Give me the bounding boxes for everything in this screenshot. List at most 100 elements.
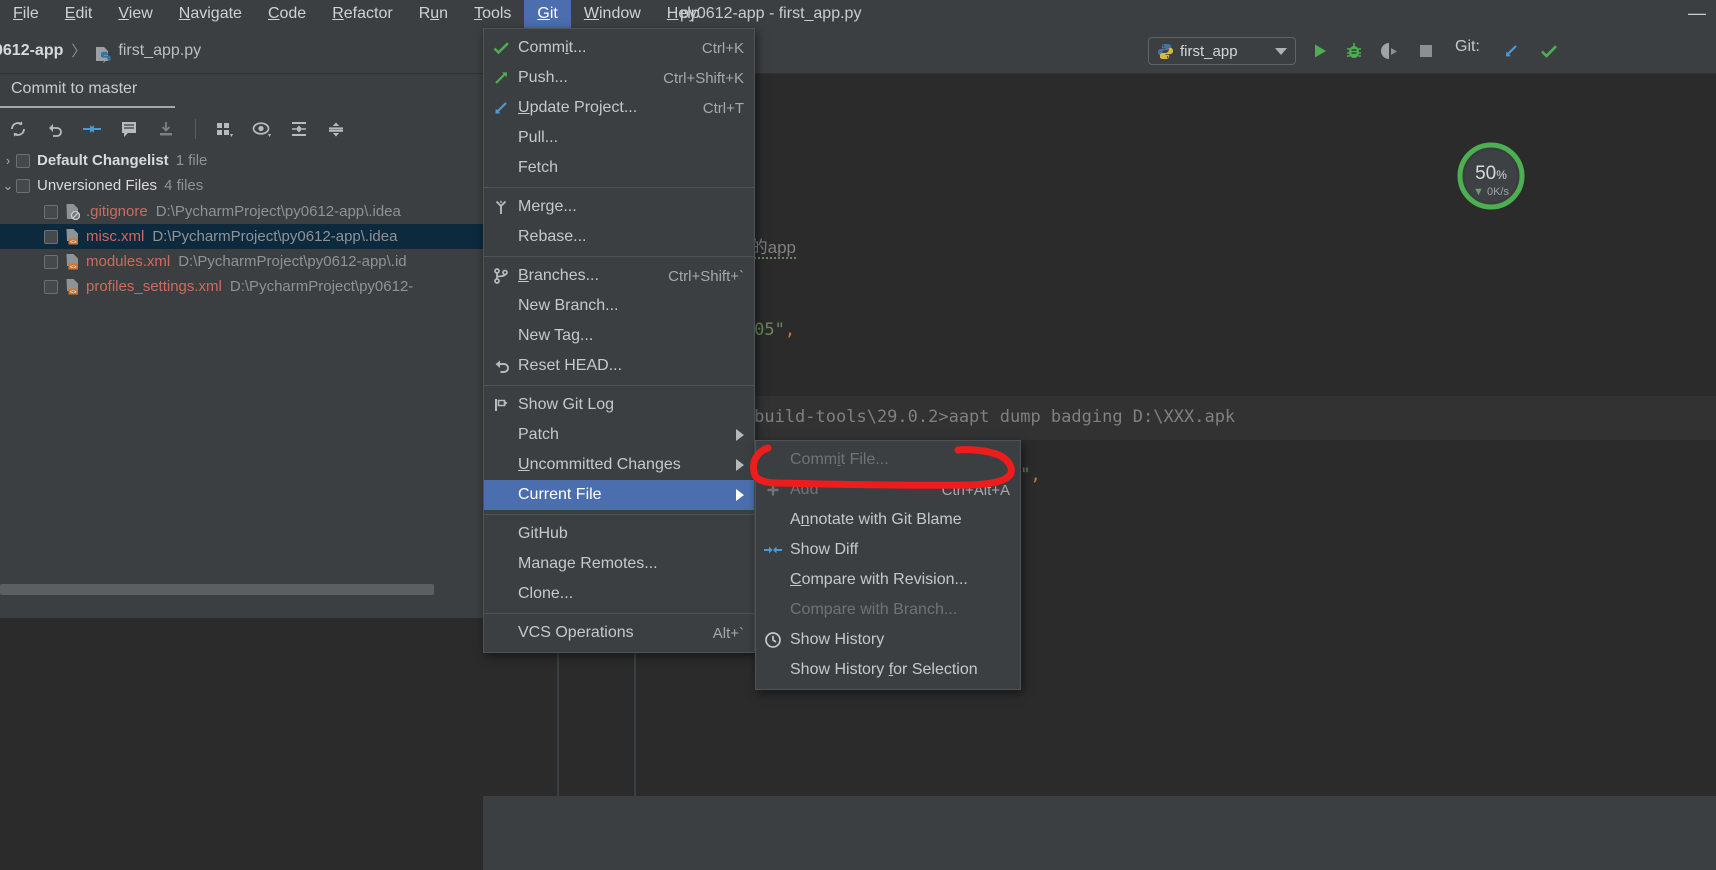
menu-item-label: Patch	[518, 426, 559, 443]
menu-git[interactable]: Git	[524, 0, 571, 28]
current-file-submenu[interactable]: Commit File... Add Ctrl+Alt+A Annotate w…	[755, 440, 1021, 690]
menu-item-accelerator: Alt+`	[712, 624, 744, 642]
stop-icon	[1420, 45, 1432, 57]
expand-all-icon[interactable]	[285, 116, 313, 142]
run-with-coverage-button[interactable]	[1376, 37, 1404, 65]
menu-run[interactable]: Run	[406, 0, 461, 28]
menu-item-new-branch[interactable]: New Branch...	[484, 291, 754, 321]
menu-item-label: Current File	[518, 486, 602, 503]
lower-left-panel-fill	[0, 595, 483, 618]
breadcrumb-project[interactable]: 0612-app	[0, 42, 63, 60]
file-checkbox[interactable]	[44, 229, 58, 244]
horizontal-scrollbar[interactable]	[0, 584, 434, 595]
menu-item-accelerator: Ctrl+Shift+`	[668, 267, 744, 285]
list-item[interactable]: <> profiles_settings.xml D:\PycharmProje…	[0, 274, 527, 299]
menu-file[interactable]: File	[0, 0, 52, 28]
menu-item-reset-head[interactable]: Reset HEAD...	[484, 351, 754, 381]
stop-button[interactable]	[1412, 37, 1440, 65]
show-diff-icon	[756, 541, 790, 559]
menu-item-label: Annotate with Git Blame	[790, 511, 962, 528]
python-file-icon	[94, 45, 112, 63]
menu-item-push[interactable]: Push... Ctrl+Shift+K	[484, 63, 754, 93]
show-diff-icon[interactable]	[78, 116, 106, 142]
menu-window[interactable]: Window	[571, 0, 654, 28]
update-arrow-icon	[484, 99, 518, 117]
changelist-checkbox[interactable]	[16, 178, 30, 193]
changelist-checkbox[interactable]	[16, 153, 30, 168]
menu-view[interactable]: View	[105, 0, 165, 28]
menu-item-rebase[interactable]: Rebase...	[484, 222, 754, 252]
menu-item-label: Show Diff	[790, 541, 859, 558]
menu-item-label: Show History	[790, 631, 885, 648]
preview-eye-icon[interactable]	[248, 116, 276, 142]
menu-edit[interactable]: Edit	[52, 0, 106, 28]
file-path: D:\PycharmProject\py0612-app\.idea	[155, 203, 401, 220]
menu-item-vcs-operations[interactable]: VCS Operations Alt+`	[484, 618, 754, 648]
menu-item-branches[interactable]: Branches... Ctrl+Shift+`	[484, 261, 754, 291]
menu-refactor[interactable]: Refactor	[319, 0, 405, 28]
list-item[interactable]: .gitignore D:\PycharmProject\py0612-app\…	[0, 199, 527, 224]
merge-icon	[484, 198, 518, 216]
run-button[interactable]	[1306, 37, 1334, 65]
show-diff-preview-icon[interactable]	[115, 116, 143, 142]
group-by-icon[interactable]	[211, 116, 239, 142]
menu-item-uncommitted-changes[interactable]: Uncommitted Changes	[484, 450, 754, 480]
menu-code[interactable]: Code	[255, 0, 319, 28]
submenu-item-show-history-for-selection[interactable]: Show History for Selection	[756, 655, 1020, 685]
file-checkbox[interactable]	[44, 254, 58, 269]
submenu-item-compare-with-revision[interactable]: Compare with Revision...	[756, 565, 1020, 595]
submenu-item-commit-file[interactable]: Commit File...	[756, 445, 1020, 475]
file-checkbox[interactable]	[44, 279, 58, 294]
menu-item-pull[interactable]: Pull...	[484, 123, 754, 153]
debug-button[interactable]	[1340, 37, 1368, 65]
submenu-item-add[interactable]: Add Ctrl+Alt+A	[756, 475, 1020, 505]
file-name: modules.xml	[86, 253, 171, 270]
chevron-right-icon[interactable]: ›	[0, 153, 16, 168]
submenu-item-show-diff[interactable]: Show Diff	[756, 535, 1020, 565]
memory-indicator[interactable]: 50% ▼ 0K/s	[1447, 141, 1535, 211]
list-item[interactable]: <> modules.xml D:\PycharmProject\py0612-…	[0, 249, 527, 274]
commit-toolbar[interactable]	[0, 111, 483, 147]
git-dropdown-menu[interactable]: Commit... Ctrl+K Push... Ctrl+Shift+K Up…	[483, 28, 755, 653]
submenu-item-show-history[interactable]: Show History	[756, 625, 1020, 655]
menu-item-current-file[interactable]: Current File	[484, 480, 754, 510]
commit-tab-underline	[0, 106, 175, 108]
minimize-icon[interactable]: —	[1688, 0, 1706, 28]
menu-navigate[interactable]: Navigate	[166, 0, 255, 28]
menu-item-label: VCS Operations	[518, 624, 634, 641]
changelist-row-default[interactable]: › Default Changelist 1 file	[0, 148, 483, 173]
file-checkbox[interactable]	[44, 204, 58, 219]
toolbar-divider	[195, 119, 196, 139]
download-icon[interactable]	[152, 116, 180, 142]
collapse-all-icon[interactable]	[322, 116, 350, 142]
menu-separator	[484, 256, 754, 257]
git-update-button[interactable]	[1497, 37, 1525, 65]
commit-tab[interactable]: Commit to master	[0, 74, 483, 109]
run-configuration-selector[interactable]: first_app	[1148, 37, 1296, 65]
submenu-item-compare-with-branch[interactable]: Compare with Branch...	[756, 595, 1020, 625]
chevron-down-icon[interactable]	[1275, 47, 1287, 55]
menu-item-patch[interactable]: Patch	[484, 420, 754, 450]
menu-item-show-git-log[interactable]: Show Git Log	[484, 390, 754, 420]
refresh-icon[interactable]	[4, 116, 32, 142]
menu-item-new-tag[interactable]: New Tag...	[484, 321, 754, 351]
memory-percent: 50%	[1475, 163, 1507, 184]
window-title: py0612-app - first_app.py	[680, 5, 862, 22]
svg-text:<>: <>	[70, 289, 76, 295]
changes-tree[interactable]: › Default Changelist 1 file ⌄ Unversione…	[0, 148, 527, 578]
menu-item-manage-remotes[interactable]: Manage Remotes...	[484, 549, 754, 579]
menu-item-commit[interactable]: Commit... Ctrl+K	[484, 33, 754, 63]
chevron-down-icon[interactable]: ⌄	[0, 178, 16, 194]
menu-item-github[interactable]: GitHub	[484, 519, 754, 549]
changelist-row-unversioned[interactable]: ⌄ Unversioned Files 4 files	[0, 173, 483, 198]
submenu-item-annotate-git-blame[interactable]: Annotate with Git Blame	[756, 505, 1020, 535]
menu-item-update-project[interactable]: Update Project... Ctrl+T	[484, 93, 754, 123]
menu-item-clone[interactable]: Clone...	[484, 579, 754, 609]
menu-item-fetch[interactable]: Fetch	[484, 153, 754, 183]
breadcrumb-file[interactable]: first_app.py	[118, 42, 201, 60]
git-commit-button[interactable]	[1535, 37, 1563, 65]
menu-item-merge[interactable]: Merge...	[484, 192, 754, 222]
menu-tools[interactable]: Tools	[461, 0, 524, 28]
list-item[interactable]: <> misc.xml D:\PycharmProject\py0612-app…	[0, 224, 527, 249]
rollback-icon[interactable]	[41, 116, 69, 142]
